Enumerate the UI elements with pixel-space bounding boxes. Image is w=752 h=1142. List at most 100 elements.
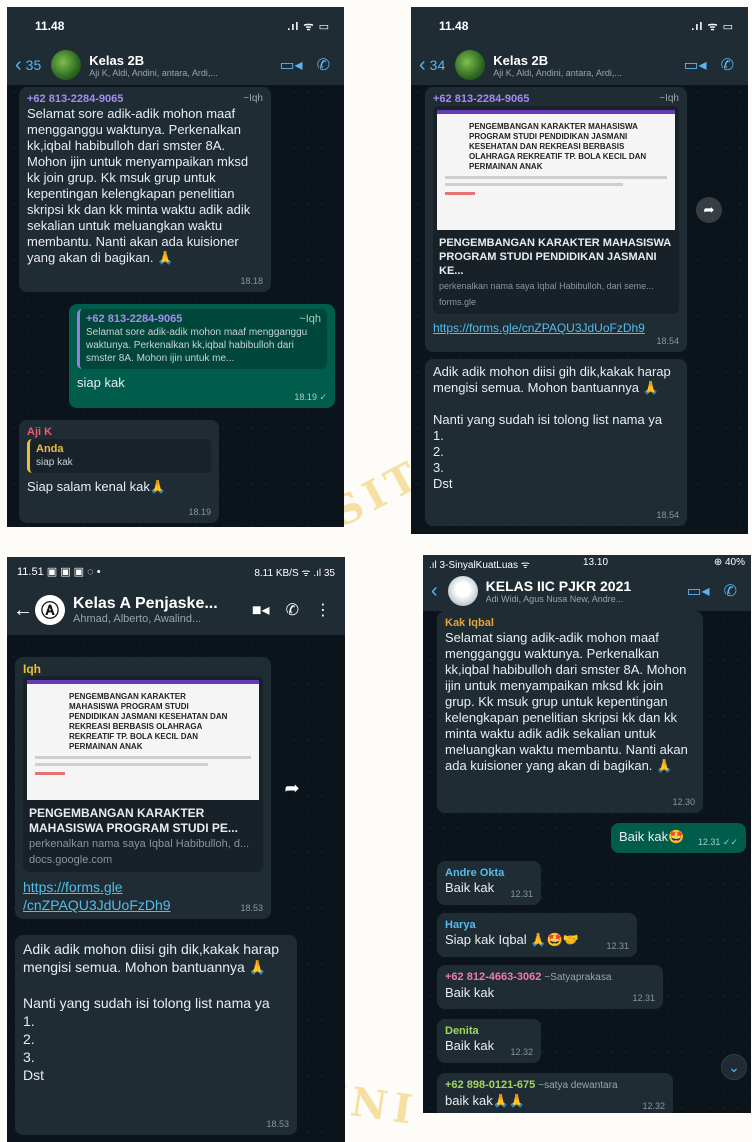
group-info[interactable]: Kelas A Penjaske... Ahmad, Alberto, Awal… [73,595,252,625]
message-bubble[interactable]: +62 813-2284-9065 ~Iqh PENGEMBANGAN KARA… [425,87,687,352]
message-time: 12.32 [510,1047,533,1057]
forward-icon[interactable]: ➦ [696,197,722,223]
message-bubble-outgoing[interactable]: +62 813-2284-9065 ~Iqh Selamat sore adik… [69,304,335,408]
signal-wifi-battery-icon: 8.11 KB/S ᯤ .ıl 35 [254,568,335,579]
sender-name: Denita [445,1025,479,1037]
group-title: KELAS IIC PJKR 2021 [485,578,632,594]
message-text: Siap kak Iqbal 🙏🤩🤝 [445,932,579,947]
sender-name: +62 813-2284-9065 ~Iqh [433,93,679,105]
sender-name: Aji K [27,426,53,438]
quoted-message[interactable]: Anda siap kak [27,439,211,473]
message-time: 12.30 [672,797,695,807]
scroll-down-icon[interactable]: ⌄ [721,1054,747,1080]
chat-area: +62 813-2284-9065 ~Iqh Selamat sore adik… [7,85,344,527]
chat-area: Iqh PENGEMBANGAN KARAKTER MAHASISWA PROG… [7,635,345,1142]
carrier-signal: .ıl 3-SinyalKuatLuas ᯤ [429,560,530,571]
chevron-left-icon: ‹ [15,53,22,76]
message-bubble[interactable]: Adik adik mohon diisi gih dik,kakak hara… [15,935,297,1135]
back-arrow-icon[interactable]: ← [13,599,33,622]
message-time: 18.54 [656,336,679,346]
status-time: 11.48 [35,19,65,33]
status-time: 11.48 [439,19,469,33]
form-title: PENGEMBANGAN KARAKTER MAHASISWA PROGRAM … [69,692,228,751]
unread-count: 35 [25,57,42,73]
unread-count: 34 [429,57,446,73]
phone-call-icon[interactable]: ✆ [724,581,737,601]
message-bubble[interactable]: +62 898-0121-675 ~satya dewantara baik k… [437,1073,673,1113]
group-avatar[interactable] [51,50,82,80]
group-title: Kelas A Penjaske... [73,595,218,612]
phone-call-icon[interactable]: ✆ [317,55,330,75]
message-bubble[interactable]: +62 812-4663-3062 ~Satyaprakasa Baik kak… [437,965,663,1009]
message-bubble[interactable]: Aji K Anda siap kak Siap salam kenal kak… [19,420,219,523]
sender-name: Kak Iqbal [445,617,494,629]
message-text: baik kak🙏🙏 [445,1093,526,1108]
group-members: Aji K, Aldi, Andini, antara, Ardi,... [89,67,218,78]
video-call-icon[interactable]: ▭◂ [683,55,706,75]
message-text: siap kak [77,375,125,390]
message-bubble[interactable]: Kak Iqbal Selamat siang adik-adik mohon … [437,611,703,813]
more-options-icon[interactable]: ⋮ [315,600,331,620]
forward-icon[interactable]: ➦ [279,775,305,801]
message-text: Selamat sore adik-adik mohon maaf mengga… [27,106,254,265]
sender-name: +62 813-2284-9065 ~Iqh [27,93,263,105]
sender-name: Andre Okta [445,867,505,879]
form-title: PENGEMBANGAN KARAKTER MAHASISWA PROGRAM … [469,122,647,171]
back-button[interactable]: ‹ [431,580,438,603]
form-thumbnail: PENGEMBANGAN KARAKTER MAHASISWA PROGRAM … [437,110,675,230]
link-preview[interactable]: PENGEMBANGAN KARAKTER MAHASISWA PROGRAM … [433,106,679,314]
link-preview-title: PENGEMBANGAN KARAKTER MAHASISWA PROGRAM … [439,237,671,277]
screenshot-panel-2: 11.48 .ıl ᯤ ▭ ‹ 34 Kelas 2B Aji K, Aldi, … [411,7,748,534]
message-time: 12.32 [642,1101,665,1111]
group-info[interactable]: Kelas 2B Aji K, Aldi, Andini, antara, Ar… [89,53,279,78]
message-bubble[interactable]: Adik adik mohon diisi gih dik,kakak hara… [425,359,687,526]
chat-area: Kak Iqbal Selamat siang adik-adik mohon … [423,611,751,1113]
message-bubble[interactable]: Harya Siap kak Iqbal 🙏🤩🤝 12.31 [437,913,637,957]
message-time: 12.31 [606,941,629,951]
phone-call-icon[interactable]: ✆ [721,55,734,75]
message-text: Baik kak [445,985,495,1000]
group-avatar[interactable]: Ⓐ [35,595,65,625]
link-preview-domain: forms.gle [439,297,477,307]
back-button[interactable]: ‹ 34 [419,54,445,77]
chat-header: ‹ 35 Kelas 2B Aji K, Aldi, Andini, antara… [7,45,344,85]
message-bubble[interactable]: Denita Baik kak 12.32 [437,1019,541,1063]
signal-wifi-battery-icon: .ıl ᯤ ▭ [287,21,330,33]
message-bubble[interactable]: Iqh PENGEMBANGAN KARAKTER MAHASISWA PROG… [15,657,271,919]
form-link[interactable]: https://forms.gle/cnZPAQU3JdUoFzDh9 [433,320,679,336]
screenshot-panel-1: 11.48 .ıl ᯤ ▭ ‹ 35 Kelas 2B Aji K, Aldi, … [7,7,344,527]
video-call-icon[interactable]: ▭◂ [279,55,302,75]
message-time: 12.31 [632,993,655,1003]
status-time: 11.51 [17,566,44,578]
screenshot-panel-3: 11.51 ▣ ▣ ▣ ◌ • 8.11 KB/S ᯤ .ıl 35 ← Ⓐ K… [7,557,345,1142]
group-info[interactable]: KELAS IIC PJKR 2021 Adi Widi, Agus Nusa … [486,578,687,604]
phone-call-icon[interactable]: ✆ [286,600,299,620]
message-bubble[interactable]: Andre Okta Baik kak 12.31 [437,861,541,905]
chat-header: ‹ KELAS IIC PJKR 2021 Adi Widi, Agus Nus… [423,571,751,611]
group-avatar[interactable] [447,576,478,606]
quoted-message[interactable]: +62 813-2284-9065 ~Iqh Selamat sore adik… [77,309,327,369]
message-time: 18.53 [266,1119,289,1129]
sender-name: +62 898-0121-675 ~satya dewantara [445,1079,618,1091]
group-avatar[interactable] [455,50,486,80]
group-info[interactable]: Kelas 2B Aji K, Aldi, Andini, antara, Ar… [493,53,683,78]
chevron-left-icon: ‹ [419,53,426,76]
message-time: 18.19 ✓ [294,392,327,402]
group-members: Adi Widi, Agus Nusa New, Andre... [485,594,624,604]
chevron-left-icon: ‹ [431,579,438,602]
form-link[interactable]: https://forms.gle /cnZPAQU3JdUoFzDh9 [23,878,263,914]
chat-area: +62 813-2284-9065 ~Iqh PENGEMBANGAN KARA… [411,85,748,534]
link-preview[interactable]: PENGEMBANGAN KARAKTER MAHASISWA PROGRAM … [23,676,263,872]
message-text: Adik adik mohon diisi gih dik,kakak hara… [433,364,671,491]
link-preview-description: perkenalkan nama saya Iqbal Habibulloh, … [439,281,654,291]
sender-name: +62 812-4663-3062 ~Satyaprakasa [445,971,612,983]
video-call-icon[interactable]: ■◂ [252,600,270,620]
link-preview-description: perkenalkan nama saya Iqbal Habibulloh, … [29,838,250,850]
signal-wifi-battery-icon: .ıl ᯤ ▭ [691,21,734,33]
message-bubble-outgoing[interactable]: Baik kak🤩 12.31 ✓✓ [611,823,746,853]
back-button[interactable]: ‹ 35 [15,54,41,77]
message-bubble[interactable]: +62 813-2284-9065 ~Iqh Selamat sore adik… [19,87,271,292]
video-call-icon[interactable]: ▭◂ [686,581,709,601]
message-text: Selamat siang adik-adik mohon maaf mengg… [445,630,692,773]
form-thumbnail: PENGEMBANGAN KARAKTER MAHASISWA PROGRAM … [27,680,259,800]
